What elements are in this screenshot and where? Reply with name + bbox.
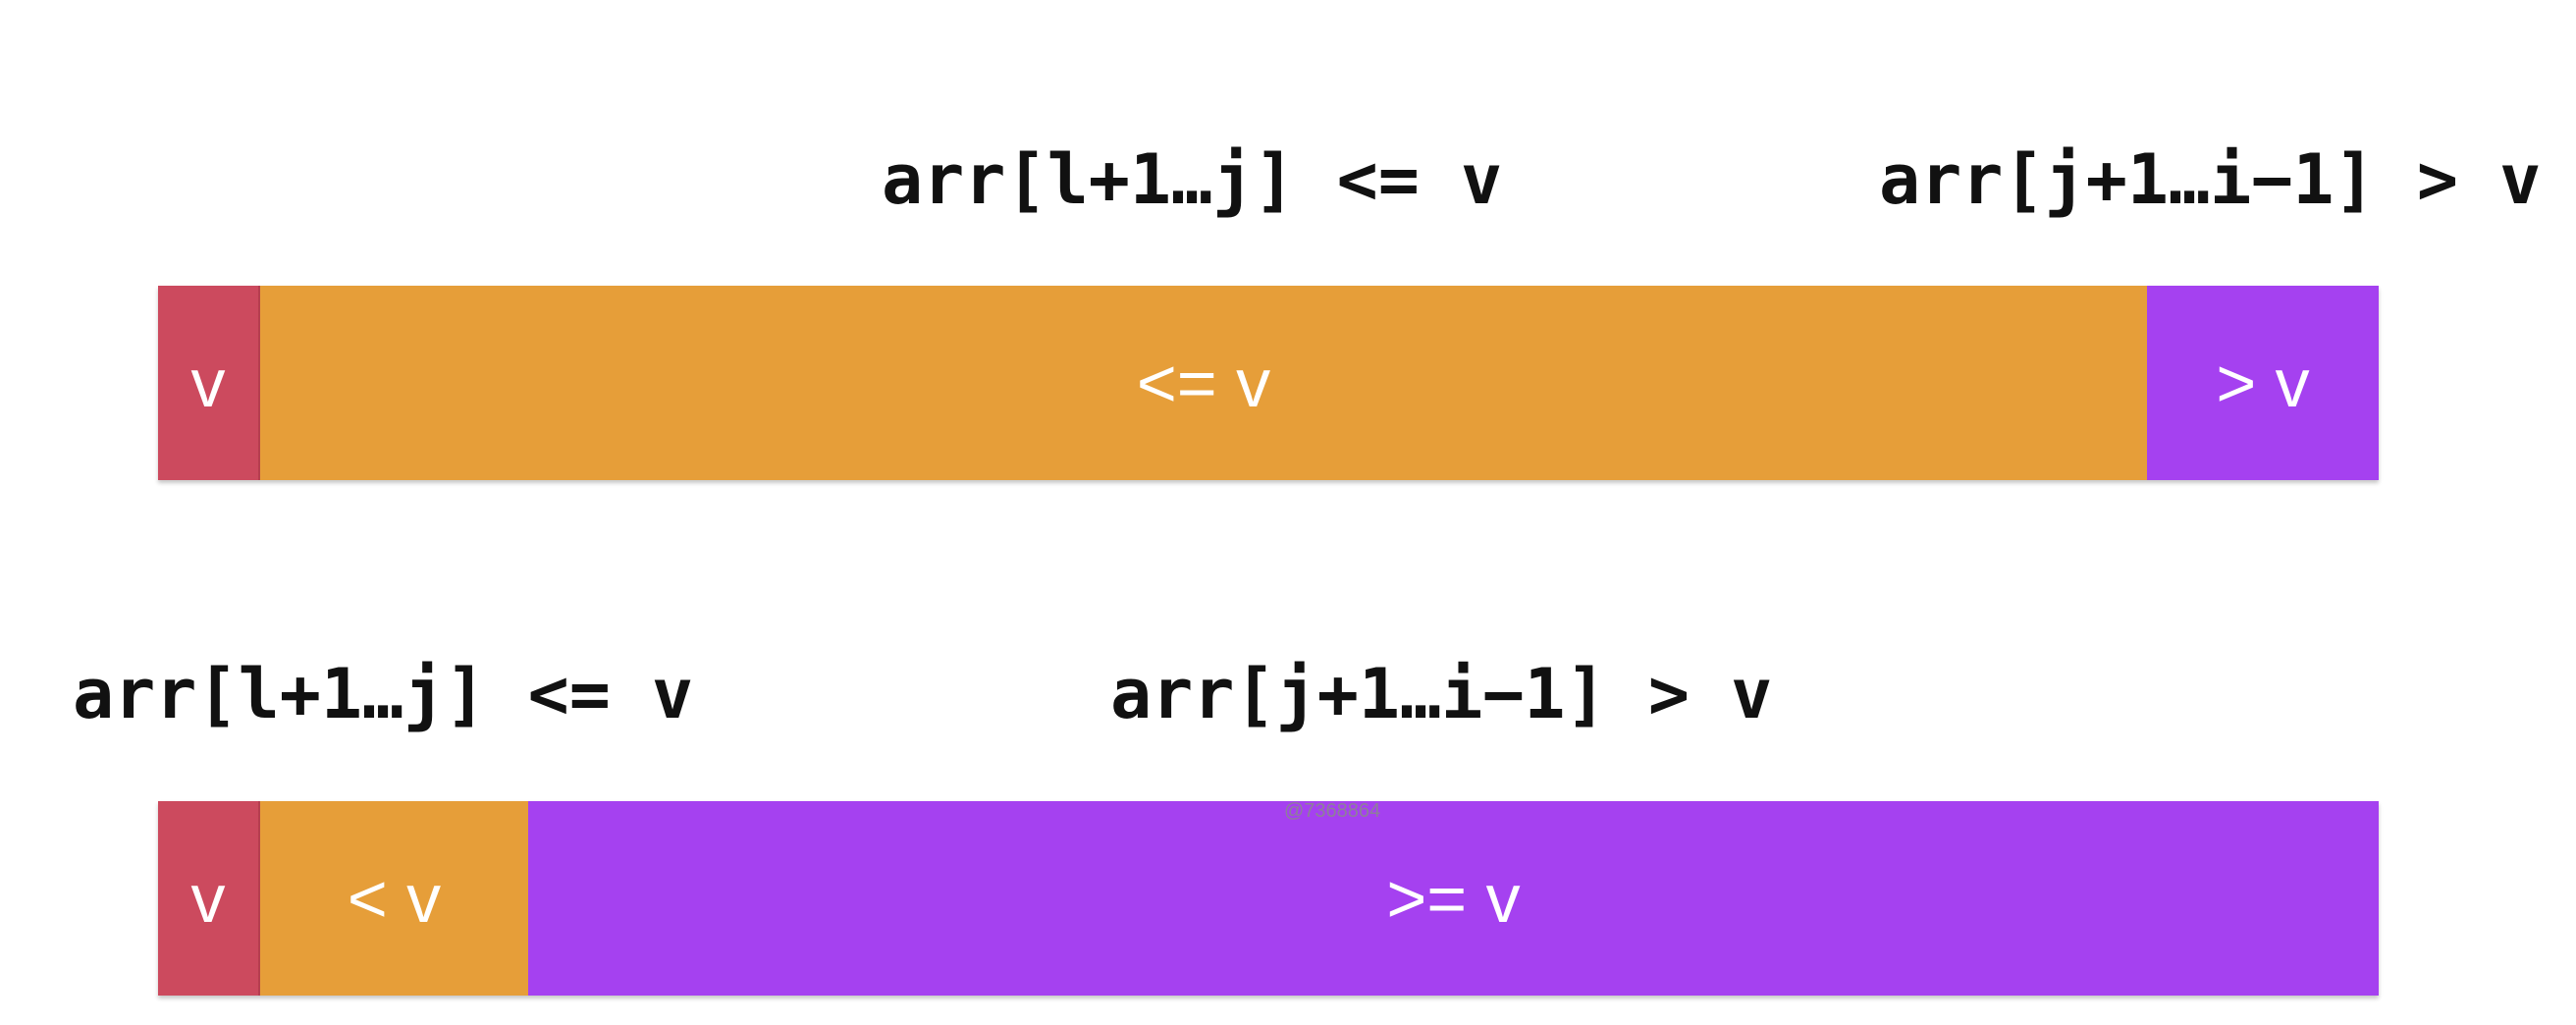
top-pivot-segment: v bbox=[158, 286, 260, 480]
top-left-range-label: arr[l+1…j] <= v bbox=[882, 139, 1503, 220]
top-right-range-label: arr[j+1…i−1] > v bbox=[1879, 139, 2542, 220]
bottom-pivot-segment: v bbox=[158, 801, 260, 996]
watermark-text: @7368864 bbox=[1284, 800, 1381, 822]
bottom-left-range-label: arr[l+1…j] <= v bbox=[73, 654, 694, 734]
bottom-less-segment: < v bbox=[260, 801, 528, 996]
top-less-equal-segment: <= v bbox=[260, 286, 2147, 480]
top-greater-segment: > v bbox=[2147, 286, 2379, 480]
bottom-greater-equal-segment: >= v bbox=[528, 801, 2379, 996]
top-partition-bar: v <= v > v bbox=[158, 286, 2379, 480]
bottom-right-range-label: arr[j+1…i−1] > v bbox=[1110, 654, 1773, 734]
bottom-partition-bar: v < v >= v bbox=[158, 801, 2379, 996]
